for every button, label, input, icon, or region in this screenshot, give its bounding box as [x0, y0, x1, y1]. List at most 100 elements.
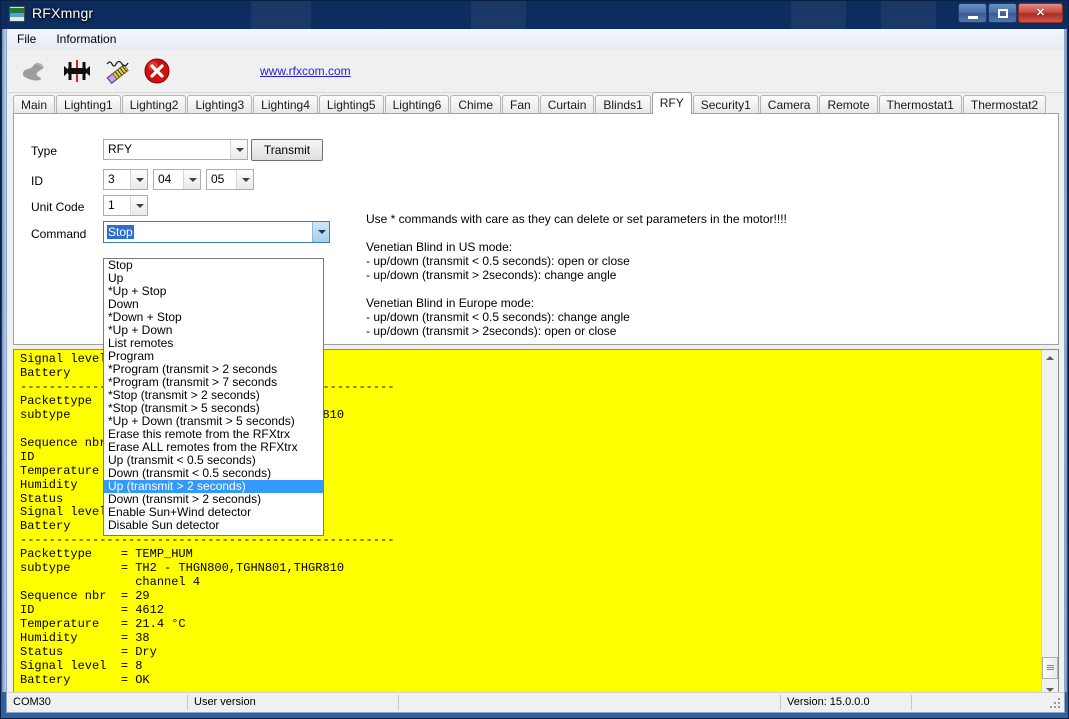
id-value-1: 3: [108, 172, 115, 186]
type-combobox[interactable]: RFY: [103, 139, 248, 160]
transmit-button[interactable]: Transmit: [251, 139, 323, 161]
id-value-3: 05: [211, 172, 225, 186]
log-scrollbar-thumb[interactable]: [1042, 657, 1058, 679]
usage-info-text: Use * commands with care as they can del…: [366, 212, 787, 338]
tab-security1[interactable]: Security1: [692, 95, 759, 114]
log-scrollbar[interactable]: [1041, 350, 1058, 698]
dropdown-option[interactable]: Stop: [104, 259, 323, 272]
chevron-down-icon[interactable]: [183, 170, 200, 189]
chevron-down-icon[interactable]: [130, 170, 147, 189]
status-blank: [399, 693, 780, 712]
chevron-down-icon[interactable]: [230, 140, 247, 159]
dropdown-option[interactable]: Erase this remote from the RFXtrx: [104, 428, 323, 441]
tab-thermostat2[interactable]: Thermostat2: [962, 95, 1047, 114]
stop-button[interactable]: [139, 54, 175, 88]
tab-lighting4[interactable]: Lighting4: [253, 95, 318, 114]
tab-remote[interactable]: Remote: [819, 95, 878, 114]
dropdown-option[interactable]: *Up + Down (transmit > 5 seconds): [104, 415, 323, 428]
client-area: File Information www.rfxcom.com Main Lig…: [6, 29, 1065, 699]
command-dropdown-list[interactable]: Stop Up *Up + Stop Down *Down + Stop *Up + Do…: [103, 258, 324, 536]
dropdown-option[interactable]: Up (transmit > 2 seconds): [104, 480, 323, 493]
transmit-receive-button[interactable]: [59, 54, 95, 88]
menu-bar: File Information: [7, 29, 1064, 51]
window-controls: ✕: [957, 3, 1063, 24]
status-user-version: User version: [194, 696, 256, 708]
minimize-icon: [968, 16, 978, 19]
tab-blinds1[interactable]: Blinds1: [595, 95, 651, 114]
dropdown-option[interactable]: Erase ALL remotes from the RFXtrx: [104, 441, 323, 454]
tab-lighting3[interactable]: Lighting3: [187, 95, 253, 114]
scroll-up-arrow-icon: [1046, 356, 1054, 360]
tab-main[interactable]: Main: [13, 95, 56, 114]
application-window: RFXmngr ✕ File Information www.rfxcom.co…: [0, 0, 1069, 719]
unit-code-value: 1: [108, 198, 115, 212]
tab-strip: Main Lighting1 Lighting2 Lighting3 Light…: [13, 92, 1058, 136]
dropdown-option[interactable]: Up: [104, 272, 323, 285]
dropdown-option[interactable]: *Up + Stop: [104, 285, 323, 298]
dropdown-option[interactable]: Down (transmit > 2 seconds): [104, 493, 323, 506]
unit-code-label: Unit Code: [31, 200, 85, 214]
maximize-icon: [998, 9, 1008, 18]
tab-curtain[interactable]: Curtain: [539, 95, 595, 114]
id-combobox-2[interactable]: 04: [153, 169, 201, 190]
command-selected-value: Stop: [107, 225, 134, 239]
dropdown-option[interactable]: *Down + Stop: [104, 311, 323, 324]
dropdown-option[interactable]: Down (transmit < 0.5 seconds): [104, 467, 323, 480]
id-combobox-3[interactable]: 05: [206, 169, 254, 190]
signal-test-icon: [106, 60, 129, 85]
id-combobox-1[interactable]: 3: [103, 169, 148, 190]
dropdown-option[interactable]: *Program (transmit > 7 seconds: [104, 376, 323, 389]
menu-item-information[interactable]: Information: [46, 29, 126, 50]
chevron-down-icon[interactable]: [236, 170, 253, 189]
tab-thermostat1[interactable]: Thermostat1: [878, 95, 962, 114]
status-port: COM30: [13, 696, 51, 708]
chevron-down-icon[interactable]: [312, 222, 329, 242]
app-logo-icon: [9, 6, 25, 22]
rfxcom-website-link[interactable]: www.rfxcom.com: [260, 64, 351, 78]
title-bar[interactable]: RFXmngr ✕: [1, 1, 1068, 29]
signal-test-button[interactable]: [99, 54, 135, 88]
close-button[interactable]: ✕: [1018, 3, 1063, 23]
transmit-receive-icon: [64, 60, 90, 82]
tab-lighting2[interactable]: Lighting2: [121, 95, 187, 114]
dropdown-option[interactable]: Disable Sun detector: [104, 519, 323, 532]
tab-rfy[interactable]: RFY: [651, 92, 692, 114]
dropdown-option[interactable]: *Stop (transmit > 2 seconds): [104, 389, 323, 402]
tab-camera[interactable]: Camera: [759, 95, 819, 114]
dropdown-option[interactable]: *Up + Down: [104, 324, 323, 337]
command-label: Command: [31, 227, 87, 241]
dropdown-option[interactable]: List remotes: [104, 337, 323, 350]
command-combobox[interactable]: Stop: [103, 221, 330, 243]
minimize-button[interactable]: [958, 3, 987, 23]
chevron-down-icon[interactable]: [130, 196, 147, 215]
connect-icon: [23, 62, 44, 81]
unit-code-combobox[interactable]: 1: [103, 195, 148, 216]
maximize-button[interactable]: [988, 3, 1017, 23]
type-label: Type: [31, 144, 58, 158]
close-icon: ✕: [1035, 7, 1046, 19]
type-value: RFY: [108, 142, 132, 156]
status-bar: COM30 User version Version: 15.0.0.0: [6, 692, 1065, 713]
tab-chime[interactable]: Chime: [450, 95, 502, 114]
tab-lighting5[interactable]: Lighting5: [318, 95, 384, 114]
dropdown-option[interactable]: Up (transmit < 0.5 seconds): [104, 454, 323, 467]
connect-button[interactable]: [17, 54, 53, 88]
id-value-2: 04: [158, 172, 172, 186]
dropdown-option[interactable]: Enable Sun+Wind detector: [104, 506, 323, 519]
dropdown-option[interactable]: *Program (transmit > 2 seconds: [104, 363, 323, 376]
toolbar: www.rfxcom.com: [7, 50, 1064, 93]
resize-grip[interactable]: [1050, 698, 1062, 710]
tab-lighting1[interactable]: Lighting1: [56, 95, 121, 114]
tab-fan[interactable]: Fan: [502, 95, 539, 114]
dropdown-option[interactable]: Down: [104, 298, 323, 311]
status-version: Version: 15.0.0.0: [787, 696, 870, 708]
menu-item-file[interactable]: File: [7, 29, 46, 50]
log-scroll-up-button[interactable]: [1042, 350, 1058, 367]
window-title: RFXmngr: [32, 5, 94, 21]
dropdown-option[interactable]: Program: [104, 350, 323, 363]
id-label: ID: [31, 174, 43, 188]
stop-icon: [144, 58, 170, 84]
tab-lighting6[interactable]: Lighting6: [384, 95, 450, 114]
scrollbar-grip-icon: [1047, 665, 1054, 671]
dropdown-option[interactable]: *Stop (transmit > 5 seconds): [104, 402, 323, 415]
